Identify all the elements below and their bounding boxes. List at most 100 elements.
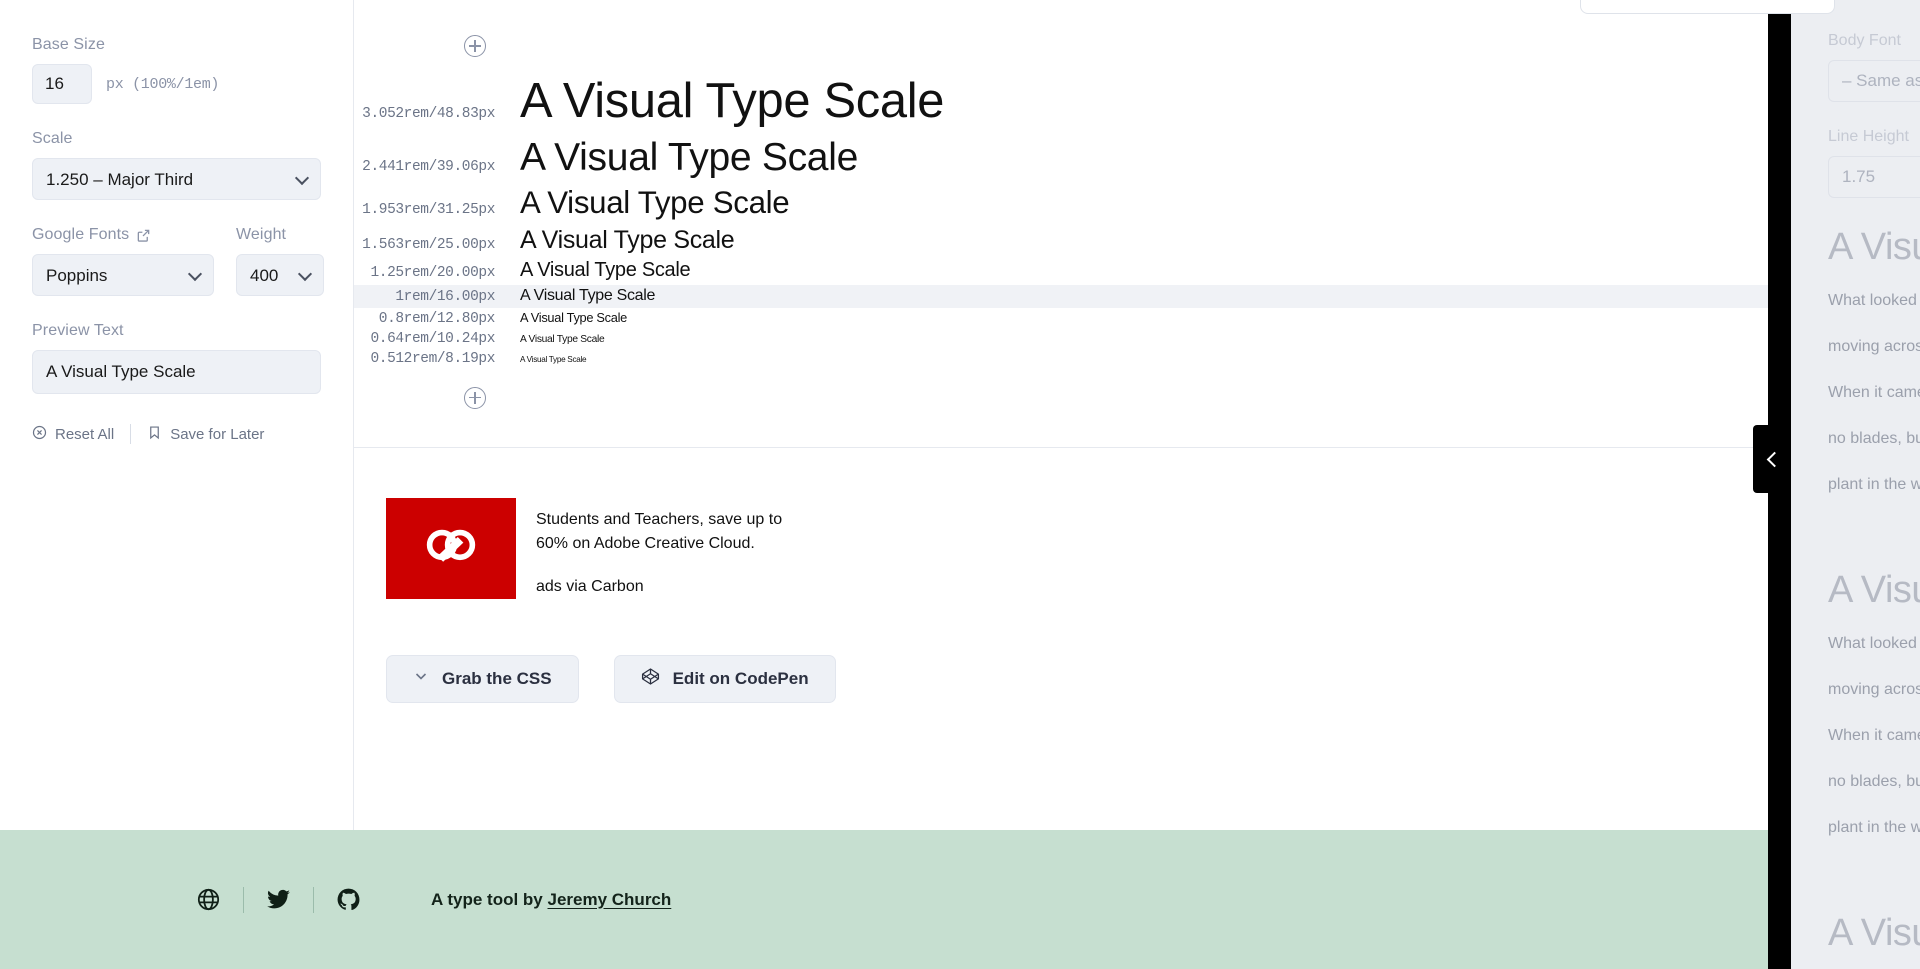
save-for-later-label: Save for Later <box>170 425 265 443</box>
base-size-input[interactable] <box>32 64 92 104</box>
ad-text-line1: Students and Teachers, save up to <box>536 510 783 528</box>
body-font-select[interactable]: – Same as Heading <box>1828 60 1920 102</box>
type-scale-row[interactable]: 1.563rem/25.00px A Visual Type Scale <box>354 224 1768 258</box>
codepen-icon <box>641 667 660 691</box>
google-fonts-label-text: Google Fonts <box>32 226 130 243</box>
reset-all-button[interactable]: Reset All <box>32 425 114 444</box>
reset-all-label: Reset All <box>55 425 115 443</box>
body-font-group: Body Font – Same as Heading <box>1828 32 1920 102</box>
google-fonts-select-wrap: Poppins <box>32 254 214 296</box>
external-link-icon[interactable] <box>136 228 151 243</box>
grab-the-css-button[interactable]: Grab the CSS <box>386 654 579 703</box>
add-step-bottom-button[interactable] <box>464 386 486 409</box>
type-scale-size-label: 1.953rem/31.25px <box>362 201 495 218</box>
github-icon[interactable] <box>336 887 361 912</box>
chevron-down-icon <box>413 668 429 689</box>
preview-text-group: Preview Text <box>32 322 321 394</box>
preview-sample-heading: A Visual Type Scale <box>1828 226 1920 268</box>
footer-divider-1 <box>243 886 244 913</box>
preview-text-input[interactable] <box>32 350 321 394</box>
preview-sample-paragraph: no blades, but only purple roots. The ro… <box>1828 430 1920 447</box>
weight-group: Weight 400 <box>236 226 324 296</box>
google-fonts-label: Google Fonts <box>32 226 151 244</box>
footer-social-icons <box>196 886 361 913</box>
type-scale-size-label: 1rem/16.00px <box>395 288 495 305</box>
section-divider <box>354 446 1768 448</box>
save-for-later-button[interactable]: Save for Later <box>147 425 264 444</box>
type-scale-row[interactable]: 1.25rem/20.00px A Visual Type Scale <box>354 257 1768 285</box>
type-scale-size-label: 1.563rem/25.00px <box>362 236 495 253</box>
type-scale-sample-text: A Visual Type Scale <box>520 354 587 364</box>
preview-samples: A Visual Type Scale What looked like a sm… <box>1828 226 1920 969</box>
preview-panel: Body Font – Same as Heading Line Height … <box>1791 0 1920 969</box>
preview-sample-paragraph: When it came near enough he perceived th… <box>1828 727 1920 744</box>
preview-sample-paragraph: plant in the whole patch, like the spoke… <box>1828 819 1920 836</box>
type-scale-sample-text: A Visual Type Scale <box>520 225 735 254</box>
preview-sample-paragraph: no blades, but only purple roots. The ro… <box>1828 773 1920 790</box>
edit-on-codepen-button[interactable]: Edit on CodePen <box>613 654 836 703</box>
action-divider <box>130 424 132 444</box>
action-buttons: Grab the CSS Edit on CodePen <box>386 654 1768 703</box>
google-fonts-select[interactable]: Poppins <box>32 254 214 296</box>
globe-icon[interactable] <box>196 887 221 912</box>
footer-credit-prefix: A type tool by <box>431 889 548 909</box>
footer-divider-2 <box>313 886 314 913</box>
preview-text-label: Preview Text <box>32 322 124 339</box>
line-height-label: Line Height <box>1828 128 1909 145</box>
type-scale-size-label: 0.8rem/12.80px <box>378 310 496 327</box>
weight-label: Weight <box>236 226 287 243</box>
scale-select[interactable]: 1.250 – Major Third <box>32 158 321 200</box>
panel-actions: Reset All Save for Later <box>32 424 321 444</box>
preview-sample-heading: A Visual Type Scale <box>1828 569 1920 611</box>
type-scale-sample-text: A Visual Type Scale <box>520 286 656 304</box>
type-scale-sample-text: A Visual Type Scale <box>520 309 627 325</box>
line-height-input[interactable]: 1.75 <box>1828 156 1920 198</box>
ad-copy: Students and Teachers, save up to 60% on… <box>536 498 782 599</box>
line-height-group: Line Height 1.75 <box>1828 128 1920 198</box>
type-scale-sample-text: A Visual Type Scale <box>520 333 605 345</box>
preview-sample-paragraph: plant in the whole patch, like the spoke… <box>1828 476 1920 493</box>
type-scale-row[interactable]: 1rem/16.00px A Visual Type Scale <box>354 284 1768 308</box>
type-scale-row[interactable]: 3.052rem/48.83px A Visual Type Scale <box>354 71 1768 133</box>
base-size-group: Base Size px (100%/1em) <box>32 36 321 104</box>
preview-sample-paragraph: What looked like a small patch of purple… <box>1828 292 1920 309</box>
add-step-top-button[interactable] <box>464 35 486 57</box>
type-scale-row[interactable]: 0.512rem/8.19px A Visual Type Scale <box>354 349 1768 369</box>
preview-sample-paragraph: moving across the sand in their directio… <box>1828 338 1920 355</box>
type-scale-row[interactable]: 0.64rem/10.24px A Visual Type Scale <box>354 329 1768 349</box>
adobe-creative-cloud-icon <box>415 510 487 587</box>
site-footer: A type tool by Jeremy Church <box>0 830 1768 969</box>
preview-sample-paragraph: When it came near enough he perceived th… <box>1828 384 1920 401</box>
scale-group: Scale 1.250 – Major Third <box>32 130 321 200</box>
body-font-label: Body Font <box>1828 32 1901 49</box>
base-size-label: Base Size <box>32 36 105 53</box>
footer-credit: A type tool by Jeremy Church <box>431 890 671 910</box>
scale-label: Scale <box>32 130 73 147</box>
chevron-left-icon <box>1766 451 1782 467</box>
type-scale-sample-text: A Visual Type Scale <box>520 74 945 128</box>
carbon-ad[interactable]: Students and Teachers, save up to 60% on… <box>386 497 1768 599</box>
collapse-preview-panel-button[interactable] <box>1753 425 1791 493</box>
type-scale-sample-text: A Visual Type Scale <box>520 259 691 282</box>
ad-image[interactable] <box>386 497 516 599</box>
type-scale-area: 3.052rem/48.83px A Visual Type Scale 2.441… <box>353 0 1768 830</box>
type-scale-row[interactable]: 1.953rem/31.25px A Visual Type Scale <box>354 183 1768 224</box>
ad-via-label[interactable]: ads via Carbon <box>536 578 782 596</box>
type-scale-row[interactable]: 2.441rem/39.06px A Visual Type Scale <box>354 133 1768 183</box>
type-scale-size-label: 3.052rem/48.83px <box>362 106 495 122</box>
weight-select[interactable]: 400 <box>236 254 324 296</box>
type-scale-size-label: 1.25rem/20.00px <box>370 265 495 282</box>
type-scale-sample-text: A Visual Type Scale <box>520 135 858 179</box>
body-font-value: – Same as Heading <box>1842 71 1920 90</box>
google-fonts-group: Google Fonts Poppins <box>32 226 214 296</box>
type-scale-list: 3.052rem/48.83px A Visual Type Scale 2.441… <box>354 71 1768 369</box>
preview-sample-paragraph: What looked like a small patch of purple… <box>1828 635 1920 652</box>
type-scale-size-label: 0.512rem/8.19px <box>370 350 495 367</box>
type-scale-row[interactable]: 0.8rem/12.80px A Visual Type Scale <box>354 308 1768 329</box>
controls-panel: Base Size px (100%/1em) Scale 1.250 – Ma… <box>0 0 353 770</box>
circle-x-icon <box>32 425 47 444</box>
preview-sample-spacer <box>1828 517 1920 541</box>
footer-credit-link[interactable]: Jeremy Church <box>548 890 672 909</box>
type-scale-sample-text: A Visual Type Scale <box>520 184 790 220</box>
twitter-icon[interactable] <box>266 887 291 912</box>
